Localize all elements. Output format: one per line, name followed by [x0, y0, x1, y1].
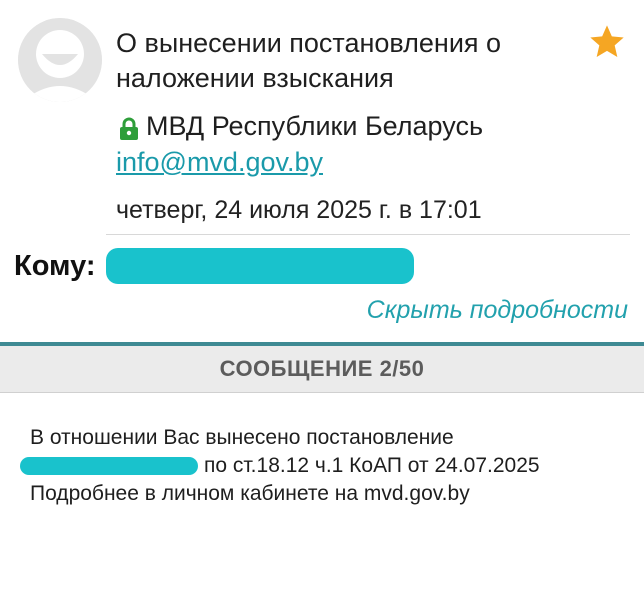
divider	[106, 234, 630, 235]
body-line: В отношении Вас вынесено постановление	[30, 426, 454, 449]
sender-email-link[interactable]: info@mvd.gov.by	[116, 144, 323, 180]
body-line-text: по ст.18.12 ч.1 КоАП от 24.07.2025	[204, 454, 540, 477]
message-body: В отношении Вас вынесено постановление п…	[20, 424, 540, 508]
redacted-recipient	[105, 248, 414, 284]
lock-icon	[118, 114, 140, 140]
redacted-text	[20, 457, 198, 475]
body-line: по ст.18.12 ч.1 КоАП от 24.07.2025	[20, 452, 540, 480]
star-icon[interactable]	[587, 22, 627, 62]
sender-name: МВД Республики Беларусь	[146, 111, 484, 141]
sender-row: МВД Республики Беларусь	[118, 108, 483, 144]
body-line: Подробнее в личном кабинете на mvd.gov.b…	[30, 482, 470, 505]
default-avatar-icon	[18, 18, 102, 102]
recipient-row: Кому:	[14, 248, 414, 284]
message-subject: О вынесении постановления о наложении вз…	[116, 28, 502, 93]
hide-details-link[interactable]: Скрыть подробности	[367, 296, 628, 325]
avatar[interactable]	[18, 18, 102, 102]
message-counter: СООБЩЕНИЕ 2/50	[0, 346, 644, 393]
message-date: четверг, 24 июля 2025 г. в 17:01	[116, 196, 482, 224]
to-label: Кому:	[14, 249, 96, 282]
